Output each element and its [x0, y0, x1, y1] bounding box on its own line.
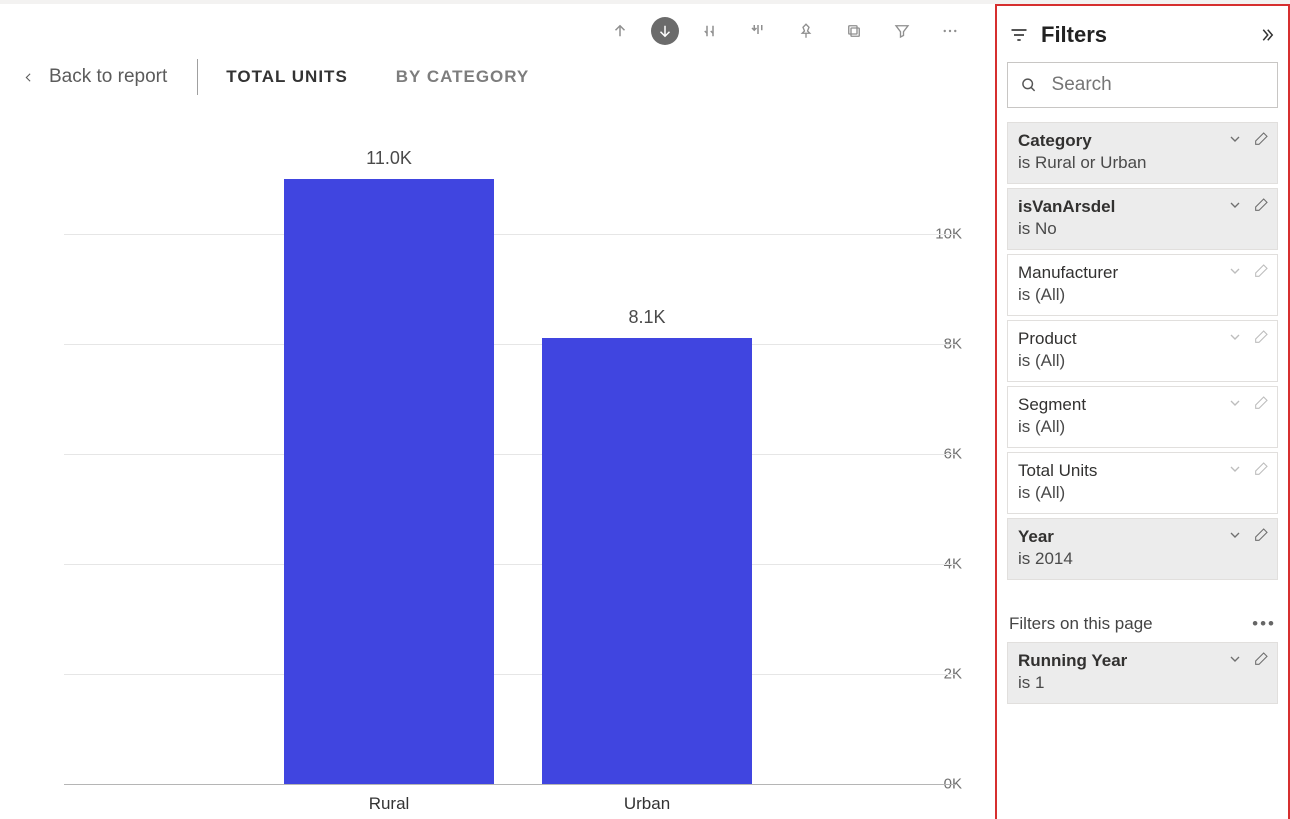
chevron-down-icon[interactable]	[1227, 197, 1243, 213]
tab-total-units[interactable]: TOTAL UNITS	[212, 67, 362, 87]
filter-value: is (All)	[1018, 351, 1267, 371]
filter-card-category[interactable]: Category is Rural or Urban	[1007, 122, 1278, 184]
back-label: Back to report	[49, 66, 167, 88]
filter-icon	[1009, 25, 1029, 45]
pin-icon[interactable]	[789, 14, 823, 48]
filter-applied-icon[interactable]	[885, 14, 919, 48]
chevron-down-icon[interactable]	[1227, 131, 1243, 147]
card-actions	[1227, 651, 1269, 667]
section-more-icon[interactable]: •••	[1252, 614, 1276, 634]
expand-next-level-icon[interactable]	[693, 14, 727, 48]
card-actions	[1227, 527, 1269, 543]
chevron-down-icon[interactable]	[1227, 651, 1243, 667]
copy-visual-icon[interactable]	[837, 14, 871, 48]
filter-value: is (All)	[1018, 417, 1267, 437]
eraser-icon[interactable]	[1253, 131, 1269, 147]
eraser-icon[interactable]	[1253, 329, 1269, 345]
card-actions	[1227, 329, 1269, 345]
back-to-report-button[interactable]: Back to report	[22, 66, 197, 88]
card-actions	[1227, 131, 1269, 147]
gridline	[64, 784, 956, 785]
filter-card-running-year[interactable]: Running Year is 1	[1007, 642, 1278, 704]
filter-value: is Rural or Urban	[1018, 153, 1267, 173]
expand-all-icon[interactable]	[741, 14, 775, 48]
eraser-icon[interactable]	[1253, 197, 1269, 213]
page-filters-label: Filters on this page	[1009, 614, 1153, 634]
plot-area: 11.0K 8.1K	[64, 116, 956, 784]
eraser-icon[interactable]	[1253, 395, 1269, 411]
eraser-icon[interactable]	[1253, 263, 1269, 279]
visual-toolbar	[603, 14, 967, 48]
chevron-down-icon[interactable]	[1227, 329, 1243, 345]
chevron-down-icon[interactable]	[1227, 395, 1243, 411]
filters-title: Filters	[1041, 22, 1246, 48]
bar-chart: 0K 2K 4K 6K 8K 10K 11.0K 8.1K Rura	[6, 116, 966, 816]
filters-header: Filters	[1007, 16, 1278, 62]
tab-by-category[interactable]: BY CATEGORY	[382, 67, 543, 87]
visual-level-filters: Category is Rural or Urban isVanArsdel i…	[1007, 122, 1278, 580]
filter-card-year[interactable]: Year is 2014	[1007, 518, 1278, 580]
more-options-icon[interactable]	[933, 14, 967, 48]
card-actions	[1227, 263, 1269, 279]
chevron-left-icon	[22, 71, 35, 84]
chevron-down-icon[interactable]	[1227, 263, 1243, 279]
divider	[197, 59, 198, 95]
filter-search[interactable]	[1007, 62, 1278, 108]
visual-header: Back to report TOTAL UNITS BY CATEGORY	[22, 52, 543, 102]
filter-card-segment[interactable]: Segment is (All)	[1007, 386, 1278, 448]
filter-card-product[interactable]: Product is (All)	[1007, 320, 1278, 382]
x-label-rural: Rural	[284, 794, 494, 814]
collapse-pane-icon[interactable]	[1258, 26, 1276, 44]
page-level-filters: Running Year is 1	[1007, 642, 1278, 704]
filter-search-input[interactable]	[1050, 73, 1265, 97]
filter-value: is 2014	[1018, 549, 1267, 569]
eraser-icon[interactable]	[1253, 527, 1269, 543]
card-actions	[1227, 461, 1269, 477]
report-canvas: Back to report TOTAL UNITS BY CATEGORY 0…	[0, 0, 1290, 819]
eraser-icon[interactable]	[1253, 461, 1269, 477]
filter-value: is 1	[1018, 673, 1267, 693]
chevron-down-icon[interactable]	[1227, 461, 1243, 477]
search-icon	[1020, 75, 1038, 95]
filters-pane: Filters Category is Rural or Urban isVan…	[995, 4, 1290, 819]
filter-value: is (All)	[1018, 483, 1267, 503]
filter-card-isvanarsdel[interactable]: isVanArsdel is No	[1007, 188, 1278, 250]
chevron-down-icon[interactable]	[1227, 527, 1243, 543]
bar-label-urban: 8.1K	[542, 307, 752, 328]
bar-urban[interactable]	[542, 338, 752, 784]
card-actions	[1227, 395, 1269, 411]
visual-container: Back to report TOTAL UNITS BY CATEGORY 0…	[0, 4, 995, 819]
x-label-urban: Urban	[542, 794, 752, 814]
filter-value: is (All)	[1018, 285, 1267, 305]
bar-label-rural: 11.0K	[284, 148, 494, 169]
drill-up-icon[interactable]	[603, 14, 637, 48]
page-filters-header: Filters on this page •••	[1009, 614, 1276, 634]
filter-card-total-units[interactable]: Total Units is (All)	[1007, 452, 1278, 514]
card-actions	[1227, 197, 1269, 213]
filter-card-manufacturer[interactable]: Manufacturer is (All)	[1007, 254, 1278, 316]
bar-rural[interactable]	[284, 179, 494, 784]
eraser-icon[interactable]	[1253, 651, 1269, 667]
drill-down-icon[interactable]	[651, 17, 679, 45]
filter-value: is No	[1018, 219, 1267, 239]
